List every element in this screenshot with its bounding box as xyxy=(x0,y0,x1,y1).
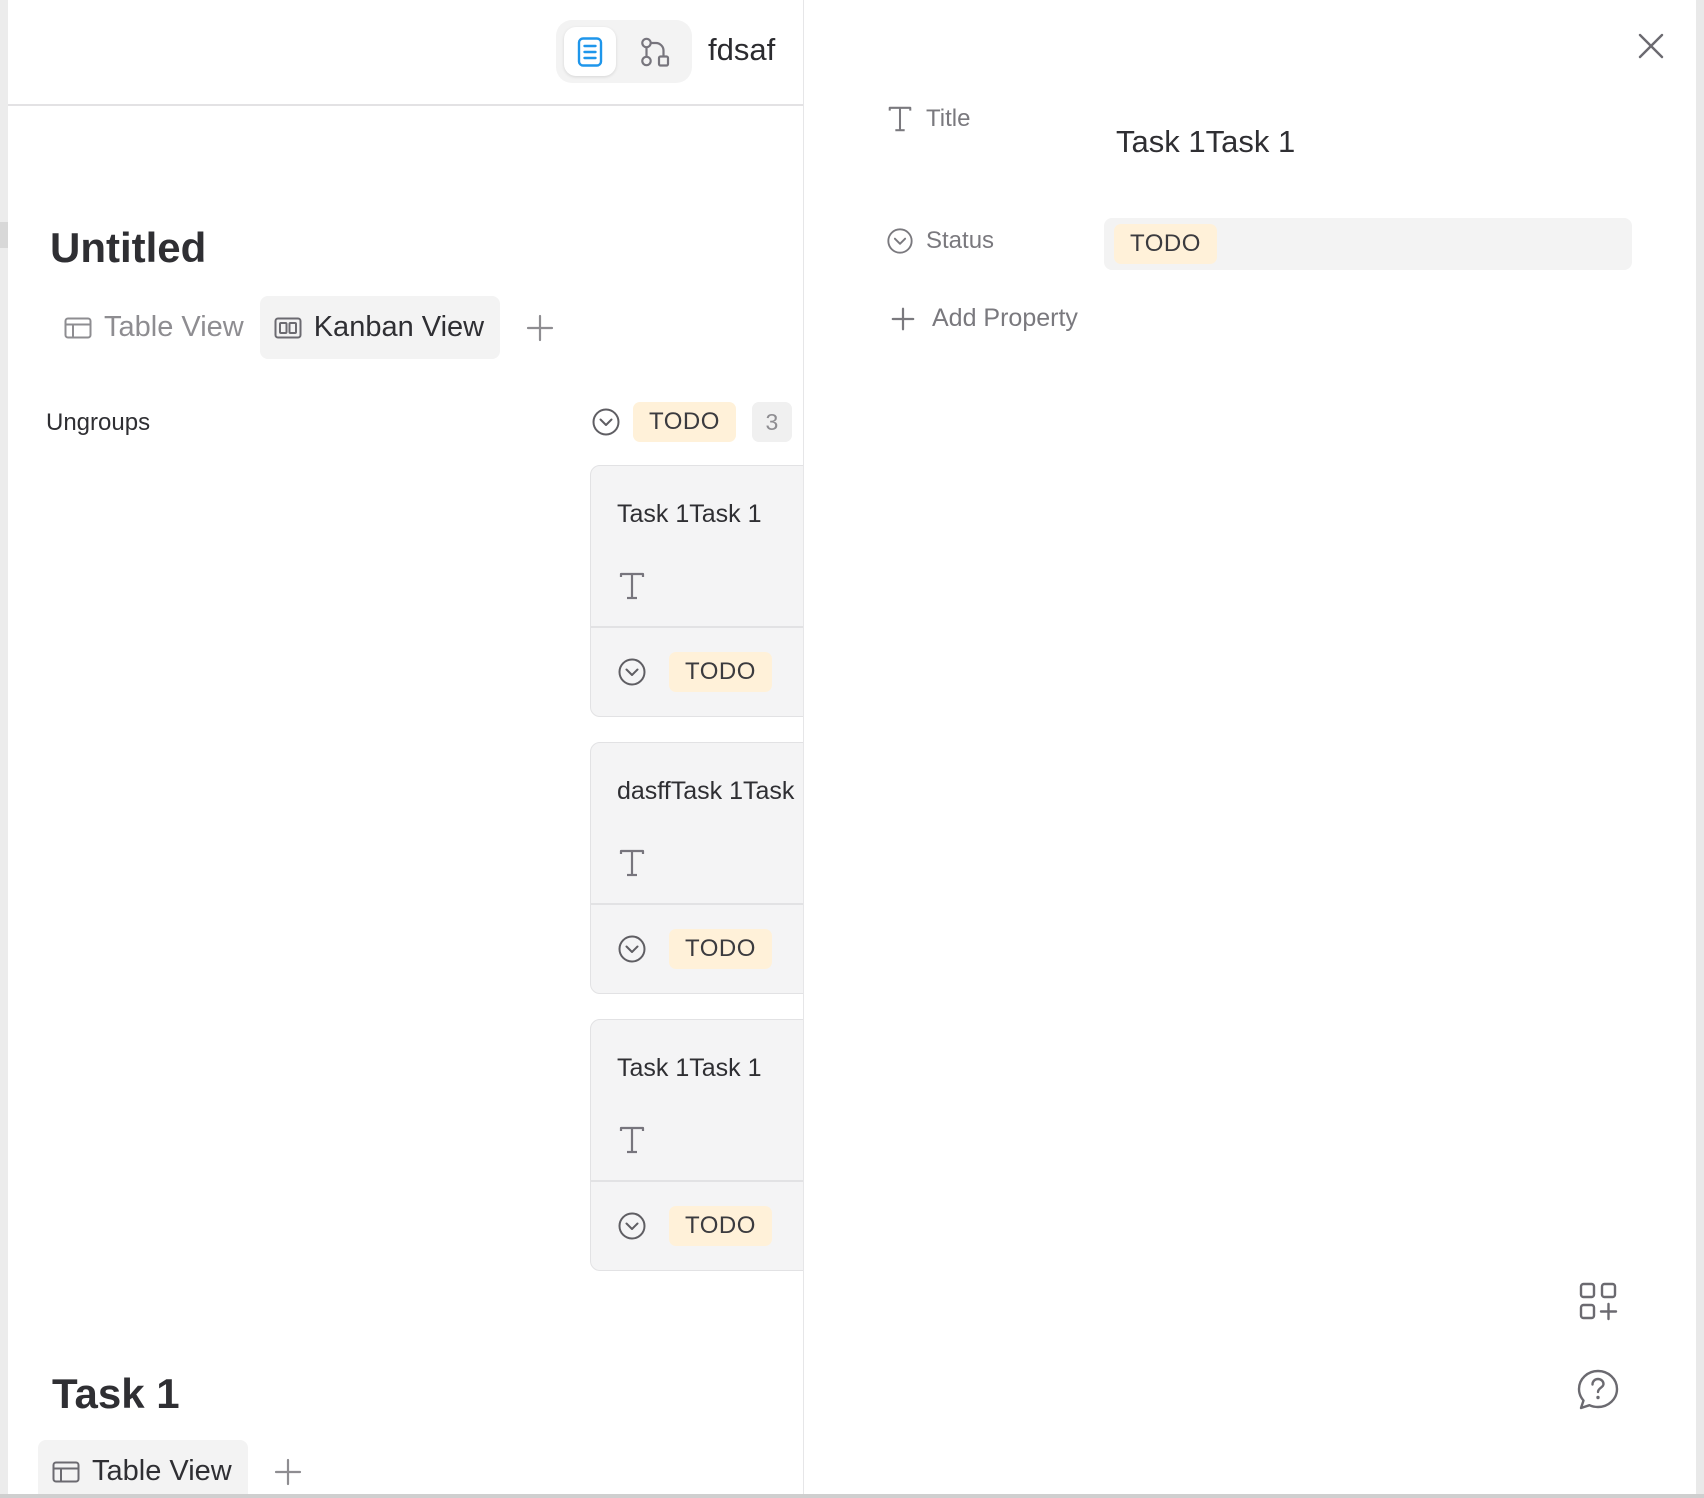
title-property-row: Title xyxy=(886,104,1104,134)
tab-label: Table View xyxy=(104,311,244,343)
kanban-card[interactable]: dasffTask 1Task TODO xyxy=(590,742,803,994)
table-view-icon xyxy=(52,1461,80,1482)
card-title: Task 1Task 1 xyxy=(617,500,762,528)
second-view-tabs: Table View xyxy=(38,1440,316,1494)
edgeless-mode-icon xyxy=(641,37,670,67)
status-select-icon xyxy=(591,407,621,437)
edgeless-mode-button[interactable] xyxy=(629,27,681,76)
card-title: Task 1Task 1 xyxy=(617,1054,762,1082)
card-divider xyxy=(591,903,803,905)
title-property-label[interactable]: Title xyxy=(886,104,1104,134)
add-property-label: Add Property xyxy=(932,304,1078,332)
text-type-icon xyxy=(619,572,645,600)
card-status-badge: TODO xyxy=(669,1206,772,1246)
add-property-button[interactable]: Add Property xyxy=(890,304,1078,333)
ungroups-label: Ungroups xyxy=(46,409,151,436)
app-window: fdsaf Untitled Table View Kanban View Un… xyxy=(0,0,1704,1498)
doc-name[interactable]: fdsaf xyxy=(708,32,775,68)
card-status-badge: TODO xyxy=(669,652,772,692)
tab-label: Table View xyxy=(92,1455,232,1487)
mode-switch xyxy=(556,20,692,83)
card-divider xyxy=(591,626,803,628)
plus-icon xyxy=(274,1458,301,1485)
resize-handle[interactable] xyxy=(0,222,8,248)
add-widget-button[interactable] xyxy=(1574,1277,1622,1325)
property-label-text: Title xyxy=(926,105,971,132)
status-property-row: Status xyxy=(886,227,1104,255)
sidebar-edge xyxy=(0,0,8,1498)
doc-header: fdsaf xyxy=(8,0,803,106)
add-view-button[interactable] xyxy=(512,300,568,356)
add-view-button[interactable] xyxy=(260,1444,316,1495)
status-select-icon xyxy=(618,935,646,963)
page-mode-icon xyxy=(577,36,603,67)
kanban-view-icon xyxy=(274,317,302,338)
document-area: fdsaf Untitled Table View Kanban View Un… xyxy=(8,0,803,1494)
peek-panel: Title Task 1Task 1 Status TODO Add Prope… xyxy=(803,0,1696,1494)
text-type-icon xyxy=(619,1126,645,1154)
tab-table-view[interactable]: Table View xyxy=(50,296,260,359)
second-database-title[interactable]: Task 1 xyxy=(52,1370,180,1418)
help-button[interactable] xyxy=(1574,1366,1622,1414)
card-status[interactable]: TODO xyxy=(617,929,772,969)
kanban-card[interactable]: Task 1Task 1 TODO xyxy=(590,1019,803,1271)
view-tabs: Table View Kanban View xyxy=(50,296,568,359)
text-type-icon xyxy=(619,849,645,877)
kanban-card[interactable]: Task 1Task 1 TODO xyxy=(590,465,803,717)
tab-kanban-view[interactable]: Kanban View xyxy=(259,296,501,359)
kanban-group-header[interactable]: TODO 3 xyxy=(591,402,792,442)
status-select-icon xyxy=(618,658,646,686)
card-divider xyxy=(591,1180,803,1182)
status-select-icon xyxy=(887,228,913,254)
card-status[interactable]: TODO xyxy=(617,1206,772,1246)
window-bottom-edge xyxy=(0,1494,1704,1498)
table-view-icon xyxy=(64,317,92,338)
status-badge: TODO xyxy=(1114,224,1217,264)
tab-label: Kanban View xyxy=(313,311,485,343)
page-mode-button[interactable] xyxy=(564,27,616,76)
plus-icon xyxy=(526,314,554,341)
card-status-badge: TODO xyxy=(669,929,772,969)
property-label-text: Status xyxy=(926,227,995,254)
group-status-badge: TODO xyxy=(633,402,736,442)
tab-table-view[interactable]: Table View xyxy=(38,1440,248,1494)
help-icon xyxy=(1577,1369,1619,1410)
window-edge xyxy=(1696,0,1704,1494)
plus-icon xyxy=(891,307,915,330)
group-count-badge: 3 xyxy=(751,402,792,442)
card-title: dasffTask 1Task xyxy=(617,777,795,805)
database-title[interactable]: Untitled xyxy=(50,224,206,272)
close-icon xyxy=(1638,33,1664,59)
grid-plus-icon xyxy=(1579,1282,1618,1321)
status-select-icon xyxy=(618,1212,646,1240)
close-button[interactable] xyxy=(1631,26,1671,66)
text-type-icon xyxy=(888,106,912,132)
status-select-field[interactable]: TODO xyxy=(1104,218,1632,270)
card-status[interactable]: TODO xyxy=(617,652,772,692)
status-property-label[interactable]: Status xyxy=(886,227,1104,255)
title-value[interactable]: Task 1Task 1 xyxy=(1116,124,1295,160)
